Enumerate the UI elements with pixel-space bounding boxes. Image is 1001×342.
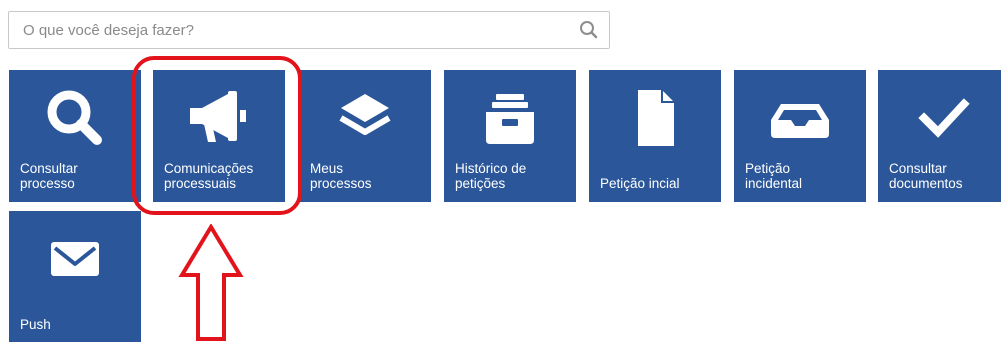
search-input[interactable] — [9, 12, 569, 48]
document-icon — [589, 84, 721, 152]
tile-label: Comunicações processuais — [164, 161, 254, 191]
tile-label: Petição incidental — [745, 161, 803, 191]
megaphone-icon — [153, 84, 285, 152]
tile-comunicacoes-processuais[interactable]: Comunicações processuais — [153, 70, 285, 202]
tile-label: Push — [20, 317, 51, 332]
search-icon[interactable] — [577, 18, 601, 42]
checkmark-icon — [878, 84, 1001, 152]
inbox-tray-icon — [734, 84, 866, 152]
tile-consultar-processo[interactable]: Consultar processo — [9, 70, 141, 202]
tile-push[interactable]: Push — [9, 211, 141, 342]
red-up-arrow-icon — [178, 224, 244, 341]
search-box — [8, 11, 610, 49]
services-panel: Consultar processo Comunicações processu… — [0, 0, 1001, 342]
tile-label: Consultar documentos — [889, 161, 963, 191]
tile-label: Histórico de petições — [455, 161, 527, 191]
tile-consultar-documentos[interactable]: Consultar documentos — [878, 70, 1001, 202]
tile-peticao-incidental[interactable]: Petição incidental — [734, 70, 866, 202]
tile-meus-processos[interactable]: Meus processos — [299, 70, 431, 202]
tile-label: Petição incial — [600, 176, 680, 191]
tile-label: Meus processos — [310, 161, 372, 191]
tile-label: Consultar processo — [20, 161, 78, 191]
tile-peticao-incial[interactable]: Petição incial — [589, 70, 721, 202]
magnifier-icon — [9, 84, 141, 152]
layers-icon — [299, 84, 431, 152]
tile-historico-de-peticoes[interactable]: Histórico de petições — [444, 70, 576, 202]
archive-box-icon — [444, 84, 576, 152]
envelope-icon — [9, 225, 141, 293]
